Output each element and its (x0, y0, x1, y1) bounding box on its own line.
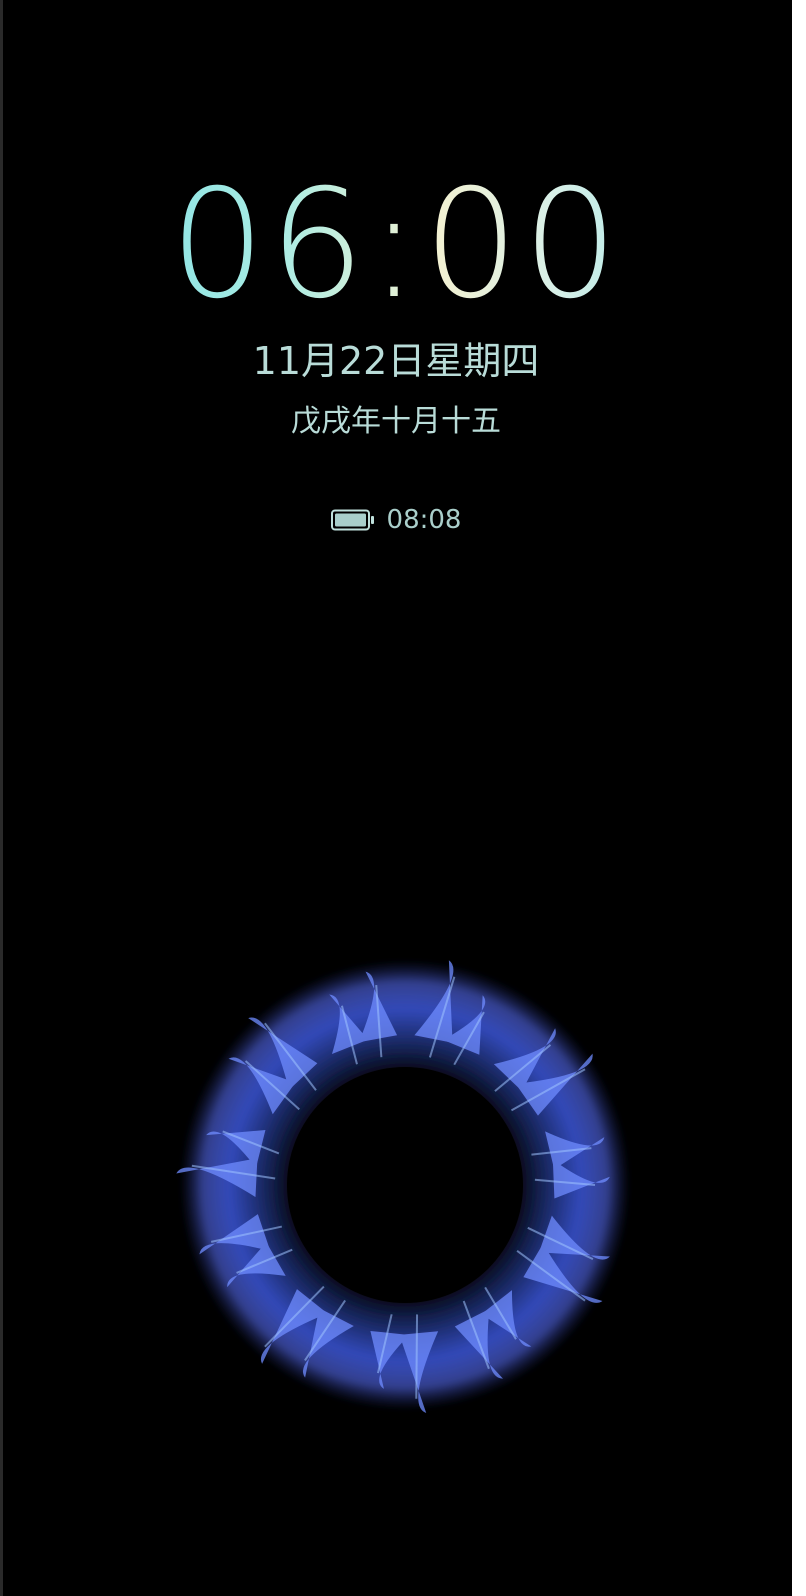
battery-status: 08:08 (0, 500, 792, 540)
orb-streak (415, 1314, 419, 1399)
aod-orb-animation (176, 960, 630, 1414)
clock-time: 06:00 (0, 170, 792, 320)
lunar-date-label: 戊戌年十月十五 (291, 404, 501, 439)
screen-edge-right (792, 0, 806, 1596)
battery-time-label: 08:08 (386, 505, 462, 535)
aod-screen: 06:00 11月22日星期四 戊戌年十月十五 08:08 (0, 0, 806, 1596)
battery-full-icon (330, 509, 374, 531)
date-label: 11月22日星期四 (252, 339, 540, 383)
